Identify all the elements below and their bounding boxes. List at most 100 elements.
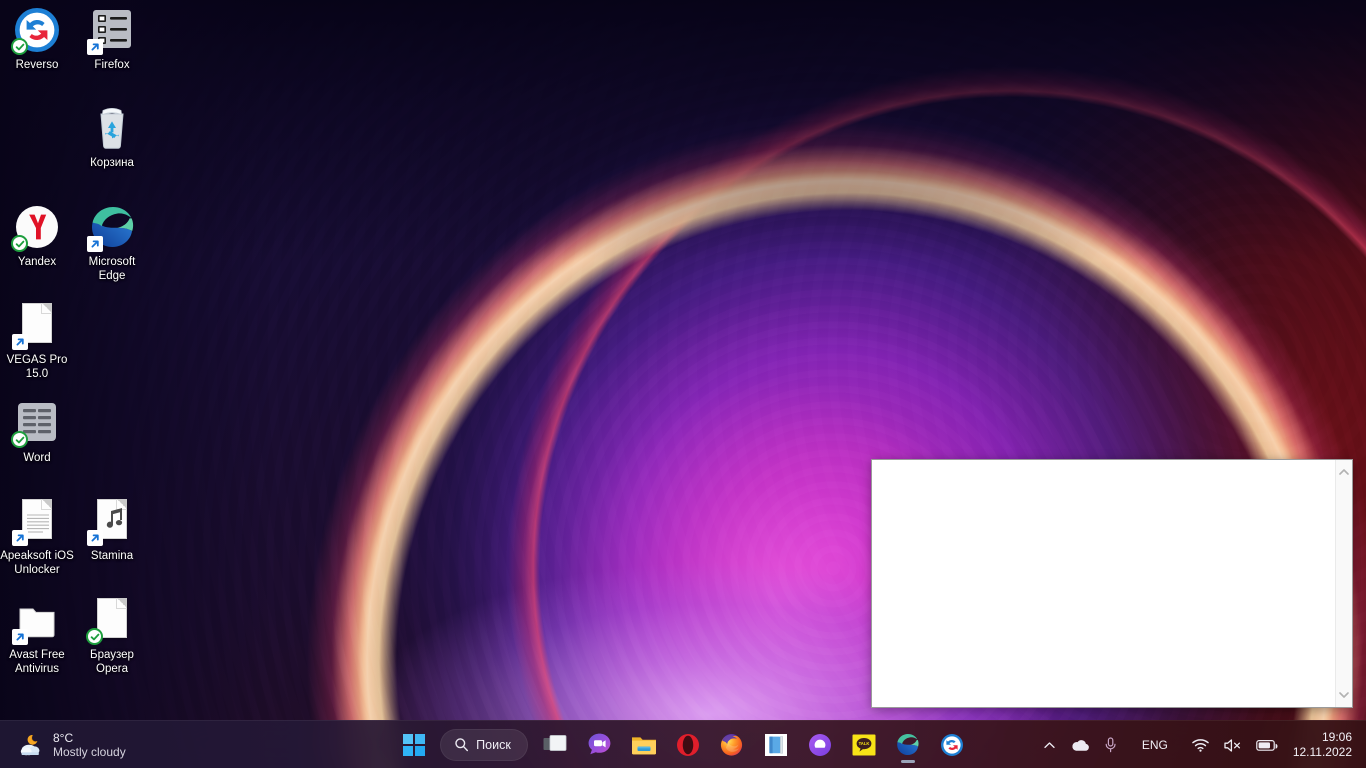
icon-artwork: [12, 596, 61, 645]
shortcut-arrow-icon: [91, 43, 99, 51]
shortcut-badge: [87, 236, 103, 252]
shortcut-arrow-icon: [91, 240, 99, 248]
clock-date: 12.11.2022: [1292, 745, 1352, 759]
tray-network-button[interactable]: [1185, 725, 1216, 765]
icon-artwork: [87, 6, 136, 55]
firefox-icon: [721, 734, 743, 756]
running-indicator: [900, 759, 915, 763]
recycle-bin-icon: [100, 108, 124, 149]
taskbar-item-alice[interactable]: [798, 725, 842, 765]
cloud-icon: [1072, 740, 1089, 751]
desktop-icon-yandex[interactable]: Yandex: [0, 203, 74, 270]
shortcut-badge: [87, 530, 103, 546]
tray-battery-button[interactable]: [1249, 725, 1285, 765]
shortcut-badge: [12, 530, 28, 546]
desktop-icon-avast-free-antivirus[interactable]: Avast Free Antivirus: [0, 596, 74, 676]
desktop-icon-label: Браузер Opera: [90, 649, 134, 675]
taskbar-item-word[interactable]: [754, 725, 798, 765]
shortcut-arrow-icon: [16, 633, 24, 641]
desktop-icon-opera[interactable]: Браузер Opera: [75, 596, 149, 676]
synced-badge: [86, 628, 103, 645]
wifi-icon: [1192, 739, 1209, 752]
vertical-scrollbar[interactable]: [1335, 460, 1352, 707]
desktop-icon-microsoft-edge[interactable]: Microsoft Edge: [75, 203, 149, 283]
icon-artwork: [11, 6, 61, 55]
start-button[interactable]: [392, 725, 436, 765]
search-box[interactable]: Поиск: [440, 728, 528, 761]
window-content-area[interactable]: [872, 460, 1335, 707]
page-fold: [116, 598, 127, 609]
chevron-up-icon[interactable]: [1338, 466, 1350, 478]
desktop-icon-vegas-pro-15-0[interactable]: VEGAS Pro 15.0: [0, 301, 74, 381]
speaker-muted-icon: [1224, 738, 1240, 752]
tray-language-button[interactable]: ENG: [1125, 725, 1185, 765]
synced-badge: [11, 38, 28, 55]
reverso-icon: [940, 733, 963, 756]
icon-artwork: [87, 497, 136, 546]
icon-artwork: [88, 104, 136, 152]
tray-overflow-button[interactable]: [1036, 725, 1064, 765]
icon-artwork: [11, 399, 61, 448]
chevron-down-icon[interactable]: [1338, 689, 1350, 701]
shortcut-arrow-icon: [16, 338, 24, 346]
shortcut-badge: [87, 39, 103, 55]
desktop-icon-label: VEGAS Pro 15.0: [6, 354, 68, 380]
desktop-icon-label: Word: [23, 452, 51, 464]
battery-icon: [1256, 739, 1278, 751]
icon-artwork: [12, 301, 61, 350]
check-icon: [15, 436, 24, 443]
file-explorer-icon: [631, 736, 656, 754]
desktop-icon-reverso[interactable]: Reverso: [0, 6, 74, 73]
taskbar-item-task-view[interactable]: [534, 725, 578, 765]
chevron-up-icon: [1044, 741, 1055, 748]
desktop-icon-label: Apeaksoft iOS Unlocker: [0, 550, 74, 576]
shortcut-badge: [12, 334, 28, 350]
desktop-icon-label: Firefox: [94, 59, 130, 71]
task-view-icon: [543, 734, 567, 751]
search-icon: [455, 738, 469, 752]
svg-text:TALK: TALK: [858, 741, 869, 746]
word-book-icon: [764, 733, 787, 756]
desktop-icon-firefox[interactable]: Firefox: [75, 6, 149, 73]
search-label: Поиск: [476, 737, 511, 752]
desktop-icon-label: Reverso: [15, 59, 59, 71]
desktop-icon-word[interactable]: Word: [0, 399, 74, 466]
synced-badge: [11, 235, 28, 252]
taskbar-item-opera[interactable]: [666, 725, 710, 765]
taskbar-item-file-explorer[interactable]: [622, 725, 666, 765]
opera-icon: [676, 733, 699, 756]
taskbar-item-microsoft-edge[interactable]: [886, 725, 930, 765]
desktop-icon-recycle-bin[interactable]: Корзина: [75, 104, 149, 171]
check-icon: [90, 633, 99, 640]
taskbar-item-chat[interactable]: [578, 725, 622, 765]
blank-white-window[interactable]: [871, 459, 1353, 708]
taskbar-item-reverso[interactable]: [930, 725, 974, 765]
check-icon: [15, 43, 24, 50]
kakaotalk-icon: TALK: [852, 734, 876, 755]
edge-icon: [897, 734, 919, 755]
tray-onedrive-button[interactable]: [1064, 725, 1097, 765]
icon-artwork: [86, 596, 136, 645]
system-tray: ENG 19:06 12.11.2022: [1036, 721, 1366, 768]
taskbar-item-firefox[interactable]: [710, 725, 754, 765]
windows-logo-icon: [403, 733, 426, 756]
icon-artwork: [87, 203, 136, 252]
check-icon: [15, 240, 24, 247]
taskbar-item-kakaotalk[interactable]: TALK: [842, 725, 886, 765]
alice-icon: [808, 733, 831, 756]
microphone-icon: [1105, 737, 1116, 753]
shortcut-arrow-icon: [16, 534, 24, 542]
language-indicator: ENG: [1141, 738, 1168, 752]
desktop-icon-stamina[interactable]: Stamina: [75, 497, 149, 564]
desktop-icon-label: Stamina: [90, 550, 134, 562]
clock[interactable]: 19:06 12.11.2022: [1285, 730, 1366, 760]
desktop-icon-label: Microsoft Edge: [88, 256, 136, 282]
icon-artwork: [11, 203, 61, 252]
shortcut-badge: [12, 629, 28, 645]
tray-volume-button[interactable]: [1216, 725, 1249, 765]
desktop-icon-label: Корзина: [90, 157, 134, 169]
desktop-icon-apeaksoft-ios-unlocker[interactable]: Apeaksoft iOS Unlocker: [0, 497, 74, 577]
desktop-icon-label: Yandex: [17, 256, 57, 268]
tray-microphone-button[interactable]: [1097, 725, 1125, 765]
desktop-icon-label: Avast Free Antivirus: [9, 649, 65, 675]
